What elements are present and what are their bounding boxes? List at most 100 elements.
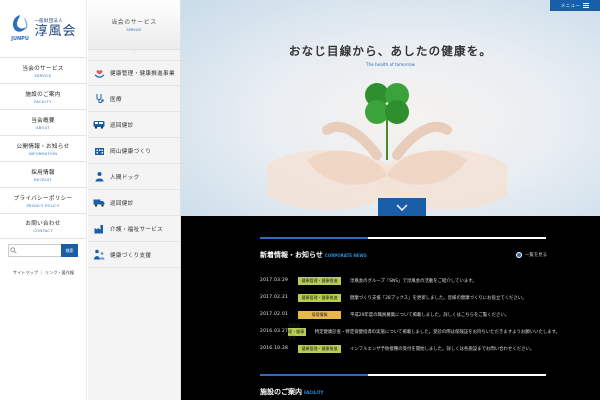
news-item[interactable]: 2016.10.28 健康管理・健康推進 インフルエンザ予防接種の受付を開始しま… xyxy=(260,340,560,357)
logo-title: 淳風会 xyxy=(34,24,77,39)
arrow-circle-icon xyxy=(516,252,523,258)
truck-icon xyxy=(93,197,105,209)
person-icon xyxy=(93,171,105,183)
nav-label: 採用情報 xyxy=(31,169,55,176)
service-label: 人間ドック xyxy=(110,174,140,181)
service-label: 巡回健診 xyxy=(110,122,134,129)
service-heading-en: SERVICE xyxy=(126,28,142,32)
news-divider xyxy=(260,237,546,239)
news-text: インフルエンザ予防接種の受付を開始しました。詳しくは各施設までお問い合わせくださ… xyxy=(350,346,535,352)
nav-item-service[interactable]: 当会のサービス SERVICE xyxy=(0,57,86,83)
search-button[interactable]: 検索 xyxy=(61,244,78,257)
news-item[interactable]: 2017.03.29 健康管理・健康推進 淳風会のグループ「SNS」で淳風会の活… xyxy=(260,272,560,289)
news-text: 健康づくり支援「28ブックス」を更新しました。皆様の健康づくりにお役立てください… xyxy=(350,295,527,301)
logo-mark-text: JUNPU xyxy=(11,36,30,42)
scroll-down-button[interactable] xyxy=(378,198,426,216)
news-item[interactable]: 2017.02.21 健康管理・健康推進 健康づくり支援「28ブックス」を更新し… xyxy=(260,289,560,306)
news-category-badge: 健康管理・健康推進 xyxy=(298,344,341,353)
footer-links[interactable]: サイトマップ ｜ リンク・著作権 xyxy=(0,270,87,276)
service-heading-jp: 当会のサービス xyxy=(111,19,157,26)
nav-sublabel: RECRUIT xyxy=(34,177,52,182)
section2-title-en: FACILITY xyxy=(304,390,324,395)
service-label: 岡山健康づくり xyxy=(110,148,152,155)
news-title: 新着情報・お知らせ CORPORATE NEWS xyxy=(260,251,367,259)
nav-item-recruit[interactable]: 採用情報 RECRUIT xyxy=(0,161,86,187)
logo-mark-icon: JUNPU xyxy=(9,13,31,43)
service-item-medical[interactable]: 医療 xyxy=(88,86,180,112)
news-category-badge: 健康管理・健康推進 xyxy=(288,322,306,340)
menu-label: メニュー xyxy=(560,3,581,9)
service-item-care[interactable]: 介護・福祉サービス xyxy=(88,216,180,242)
nav-sublabel: FACILITY xyxy=(34,99,52,104)
news-date: 2017.02.21 xyxy=(260,295,289,300)
menu-icon xyxy=(583,3,590,8)
nav-label: 施設のご案内 xyxy=(25,91,61,98)
news-category-badge: 採用情報 xyxy=(298,310,341,319)
stethoscope-icon xyxy=(93,93,105,105)
service-panel: 当会のサービス SERVICE 健康管理・健康推進事業 医療 巡回健診 岡山健康… xyxy=(88,0,181,400)
nav-sublabel: PRIVACY POLICY xyxy=(26,203,60,208)
news-text: 淳風会のグループ「SNS」で淳風会の活動をご紹介しています。 xyxy=(350,278,477,284)
service-heading: 当会のサービス SERVICE xyxy=(88,0,180,50)
left-navigation: JUNPU 一般財団法人 淳風会 当会のサービス SERVICE 施設のご案内 FA… xyxy=(0,0,87,400)
nav-item-facility[interactable]: 施設のご案内 FACILITY xyxy=(0,83,86,109)
news-date: 2016.03.27 xyxy=(260,329,289,334)
news-date: 2016.10.28 xyxy=(260,346,289,351)
nav-label: プライバシーポリシー xyxy=(13,195,73,202)
site-logo[interactable]: JUNPU 一般財団法人 淳風会 xyxy=(0,4,86,52)
nav-sublabel: SERVICE xyxy=(34,73,52,78)
news-section: 新着情報・お知らせ CORPORATE NEWS 一覧を見る 2017.03.29… xyxy=(181,216,600,400)
service-list: 健康管理・健康推進事業 医療 巡回健診 岡山健康づくり 人間ドック 巡回健診 介… xyxy=(88,60,180,268)
news-title-en: CORPORATE NEWS xyxy=(324,253,367,258)
nav-item-about[interactable]: 当会概要 ABOUT xyxy=(0,109,86,135)
caregiver-icon xyxy=(93,249,105,261)
nav-sublabel: INFORMATION xyxy=(28,151,58,156)
service-label: 巡回健診 xyxy=(110,200,134,207)
news-category-badge: 健康管理・健康推進 xyxy=(298,293,341,302)
nav-label: 当会のサービス xyxy=(22,65,64,72)
news-more-link[interactable]: 一覧を見る xyxy=(516,252,547,258)
service-item-mobile-checkup-2[interactable]: 巡回健診 xyxy=(88,190,180,216)
news-item[interactable]: 2017.02.01 採用情報 平成29年度の職員募集について掲載しました。詳し… xyxy=(260,306,560,323)
news-list: 2017.03.29 健康管理・健康推進 淳風会のグループ「SNS」で淳風会の活… xyxy=(260,272,560,357)
building-icon xyxy=(93,145,105,157)
nav-item-contact[interactable]: お問い合わせ CONTACT xyxy=(0,213,86,239)
nav-item-information[interactable]: 公開情報・お知らせ INFORMATION xyxy=(0,135,86,161)
service-item-mobile-checkup[interactable]: 巡回健診 xyxy=(88,112,180,138)
search-icon xyxy=(10,247,17,254)
section-divider xyxy=(260,374,546,376)
section2-title: 施設のご案内 FACILITY xyxy=(260,388,324,396)
service-label: 健康づくり支援 xyxy=(110,252,152,259)
menu-button[interactable]: メニュー xyxy=(550,0,600,11)
service-item-okayama[interactable]: 岡山健康づくり xyxy=(88,138,180,164)
service-item-health-promotion[interactable]: 健康管理・健康推進事業 xyxy=(88,60,180,86)
hands-clover-image xyxy=(267,83,507,210)
service-heading-arrow xyxy=(130,50,138,54)
service-item-dock[interactable]: 人間ドック xyxy=(88,164,180,190)
news-date: 2017.02.01 xyxy=(260,312,289,317)
hero-title: おなじ目線から、あしたの健康を。 xyxy=(288,44,493,58)
factory-icon xyxy=(93,223,105,235)
search-form: 検索 xyxy=(8,244,78,257)
nav-item-privacy[interactable]: プライバシーポリシー PRIVACY POLICY xyxy=(0,187,86,213)
main-nav: 当会のサービス SERVICE 施設のご案内 FACILITY 当会概要 ABOUT … xyxy=(0,57,86,239)
news-date: 2017.03.29 xyxy=(260,278,289,283)
news-text: 特定健康診査・特定保健指導の実施について掲載しました。受診の際は保険証をお持ちい… xyxy=(314,329,560,335)
news-text: 平成29年度の職員募集について掲載しました。詳しくはこちらをご覧ください。 xyxy=(350,312,510,318)
service-label: 介護・福祉サービス xyxy=(110,226,164,233)
nav-sublabel: CONTACT xyxy=(33,229,53,233)
service-label: 医療 xyxy=(110,96,122,103)
news-category-badge: 健康管理・健康推進 xyxy=(298,276,341,285)
hero-banner: おなじ目線から、あしたの健康を。 The health of tomorrow xyxy=(181,0,600,216)
nav-sublabel: ABOUT xyxy=(35,125,50,130)
nav-label: 公開情報・お知らせ xyxy=(16,143,70,150)
news-item[interactable]: 2016.03.27 健康管理・健康推進 特定健康診査・特定保健指導の実施につい… xyxy=(260,323,560,340)
news-more-label: 一覧を見る xyxy=(525,253,547,258)
nav-label: お問い合わせ xyxy=(25,221,61,227)
chevron-down-icon xyxy=(396,204,408,211)
bus-icon xyxy=(93,119,105,131)
heart-hands-icon xyxy=(93,67,105,79)
service-item-support[interactable]: 健康づくり支援 xyxy=(88,242,180,268)
nav-label: 当会概要 xyxy=(31,117,55,124)
service-label: 健康管理・健康推進事業 xyxy=(110,71,175,77)
